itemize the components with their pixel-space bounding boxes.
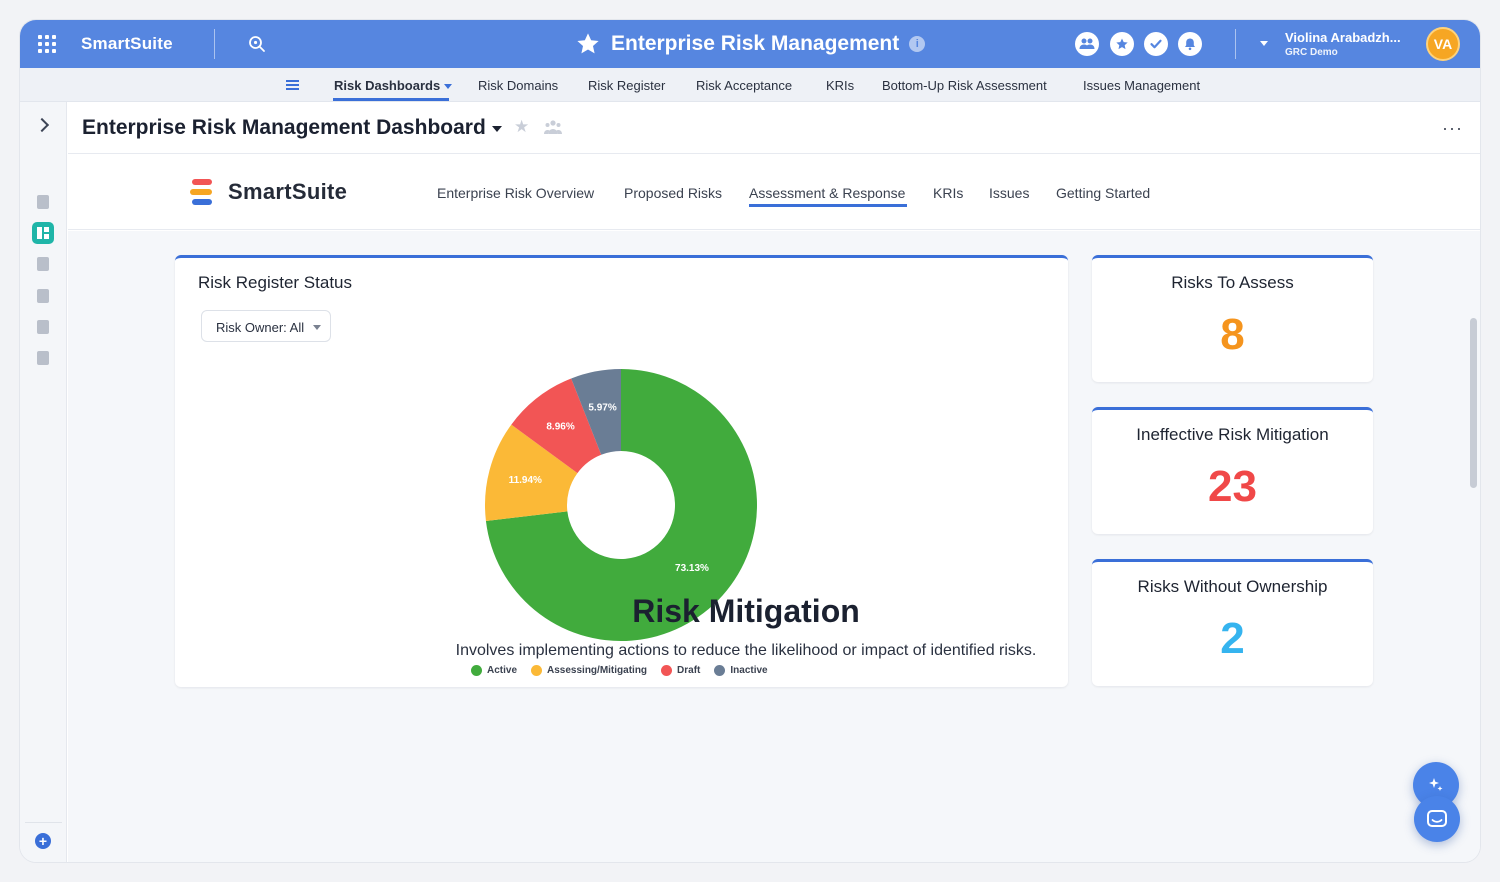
card-title: Risk Register Status <box>198 273 352 292</box>
divider <box>214 29 215 59</box>
favorites-icon[interactable] <box>1110 32 1134 56</box>
legend-label: Assessing/Mitigating <box>547 665 648 676</box>
dashboard-icon[interactable] <box>32 222 54 244</box>
section-subtitle: Involves implementing actions to reduce … <box>455 642 1037 659</box>
menu-icon[interactable] <box>286 80 299 90</box>
nav-risk-register[interactable]: Risk Register <box>588 78 665 93</box>
scrollbar[interactable] <box>1470 318 1477 488</box>
page-title[interactable]: Enterprise Risk Management Dashboard <box>82 116 486 140</box>
notifications-bell-icon[interactable] <box>1178 32 1202 56</box>
dashboard-header: SmartSuite Enterprise Risk Overview Prop… <box>68 155 1480 230</box>
module-nav: Risk Dashboards Risk Domains Risk Regist… <box>20 68 1480 102</box>
legend-swatch <box>661 665 673 676</box>
slice-data-label: 11.94% <box>509 475 542 486</box>
legend-label: Inactive <box>730 665 768 676</box>
more-options-icon[interactable]: ··· <box>1442 118 1463 139</box>
info-icon[interactable]: i <box>909 36 926 52</box>
board-icon[interactable] <box>37 257 49 271</box>
kpi-title: Risks To Assess <box>1171 273 1294 292</box>
tab-issues[interactable]: Issues <box>989 185 1029 201</box>
user-menu-chevron-icon[interactable] <box>1260 41 1268 46</box>
tab-kris[interactable]: KRIs <box>933 185 963 201</box>
document-icon[interactable] <box>37 320 49 334</box>
risk-owner-filter[interactable]: Risk Owner: All <box>201 310 331 342</box>
chat-icon <box>1427 810 1447 827</box>
section-title: Risk Mitigation <box>632 593 860 629</box>
app-grid-icon[interactable] <box>38 35 56 53</box>
folder-icon[interactable] <box>37 289 49 303</box>
tab-proposed-risks[interactable]: Proposed Risks <box>624 185 722 201</box>
slice-data-label: 5.97% <box>588 403 616 414</box>
dashboard-brand: SmartSuite <box>228 179 348 204</box>
legend-label: Active <box>487 665 518 676</box>
legend-swatch <box>471 665 482 676</box>
smartsuite-logo-icon <box>190 179 214 205</box>
user-org: GRC Demo <box>1285 47 1338 58</box>
nav-risk-acceptance[interactable]: Risk Acceptance <box>696 78 792 93</box>
avatar[interactable]: VA <box>1426 27 1460 61</box>
divider <box>1235 29 1236 59</box>
app-title-text: Enterprise Risk Management <box>611 32 900 55</box>
kpi-value[interactable]: 23 <box>1092 462 1373 512</box>
legend-item[interactable]: Active <box>471 665 517 676</box>
chevron-down-icon <box>444 84 453 90</box>
left-rail: + <box>20 102 67 862</box>
kpi-value[interactable]: 8 <box>1092 310 1373 360</box>
filter-label: Risk Owner: All <box>216 320 305 335</box>
tab-enterprise-risk-overview[interactable]: Enterprise Risk Overview <box>437 185 594 201</box>
kpi-card-risks-to-assess: Risks To Assess 8 <box>1092 255 1373 382</box>
expand-sidebar-chevron-icon[interactable] <box>34 117 50 133</box>
app-title: Enterprise Risk Management i <box>575 30 926 58</box>
document-icon[interactable] <box>37 195 49 209</box>
tab-getting-started[interactable]: Getting Started <box>1056 185 1150 201</box>
tasks-check-icon[interactable] <box>1144 32 1168 56</box>
share-people-icon[interactable] <box>544 119 562 135</box>
chat-support-button[interactable] <box>1414 796 1460 842</box>
legend-swatch <box>714 665 726 676</box>
favorite-star-icon[interactable]: ★ <box>514 118 532 136</box>
nav-bottom-up-risk-assessment[interactable]: Bottom-Up Risk Assessment <box>882 78 1047 93</box>
chart-legend: Active Assessing/Mitigating Draft Inactive <box>471 665 768 676</box>
page-header: Enterprise Risk Management Dashboard ★ ·… <box>68 102 1480 154</box>
user-name[interactable]: Violina Arabadzh... <box>1285 30 1401 45</box>
nav-kris[interactable]: KRIs <box>826 78 854 93</box>
slice-data-label: 73.13% <box>675 563 709 574</box>
app-window: SmartSuite Enterprise Risk Management i <box>20 20 1480 862</box>
add-icon[interactable]: + <box>35 833 51 849</box>
legend-label: Draft <box>677 665 701 676</box>
kpi-title: Ineffective Risk Mitigation <box>1136 425 1329 444</box>
nav-issues-management[interactable]: Issues Management <box>1083 78 1200 93</box>
nav-risk-domains[interactable]: Risk Domains <box>478 78 558 93</box>
top-bar: SmartSuite Enterprise Risk Management i <box>20 20 1480 68</box>
tab-assessment-response[interactable]: Assessment & Response <box>749 185 905 201</box>
active-nav-indicator <box>333 98 449 101</box>
slice-data-label: 8.96% <box>546 422 574 433</box>
rail-footer: + <box>25 822 62 859</box>
kpi-card-ineffective-risk-mitigation: Ineffective Risk Mitigation 23 <box>1092 407 1373 534</box>
dashboard-content: Risk Register Status Risk Owner: All 73.… <box>68 231 1480 862</box>
legend-swatch <box>531 665 543 676</box>
legend-item[interactable]: Inactive <box>714 665 768 676</box>
chevron-down-icon <box>313 325 321 330</box>
nav-risk-dashboards[interactable]: Risk Dashboards <box>334 78 453 93</box>
document-icon[interactable] <box>37 351 49 365</box>
legend-item[interactable]: Assessing/Mitigating <box>531 665 647 676</box>
active-tab-indicator <box>749 204 907 207</box>
collaborators-icon[interactable] <box>1075 32 1099 56</box>
star-icon[interactable] <box>575 31 601 57</box>
brand-name[interactable]: SmartSuite <box>81 34 173 54</box>
legend-item[interactable]: Draft <box>661 665 700 676</box>
title-chevron-down-icon[interactable] <box>492 126 502 132</box>
search-icon[interactable] <box>247 34 267 54</box>
nav-label: Risk Dashboards <box>334 78 441 93</box>
sparkle-icon <box>1429 778 1443 791</box>
